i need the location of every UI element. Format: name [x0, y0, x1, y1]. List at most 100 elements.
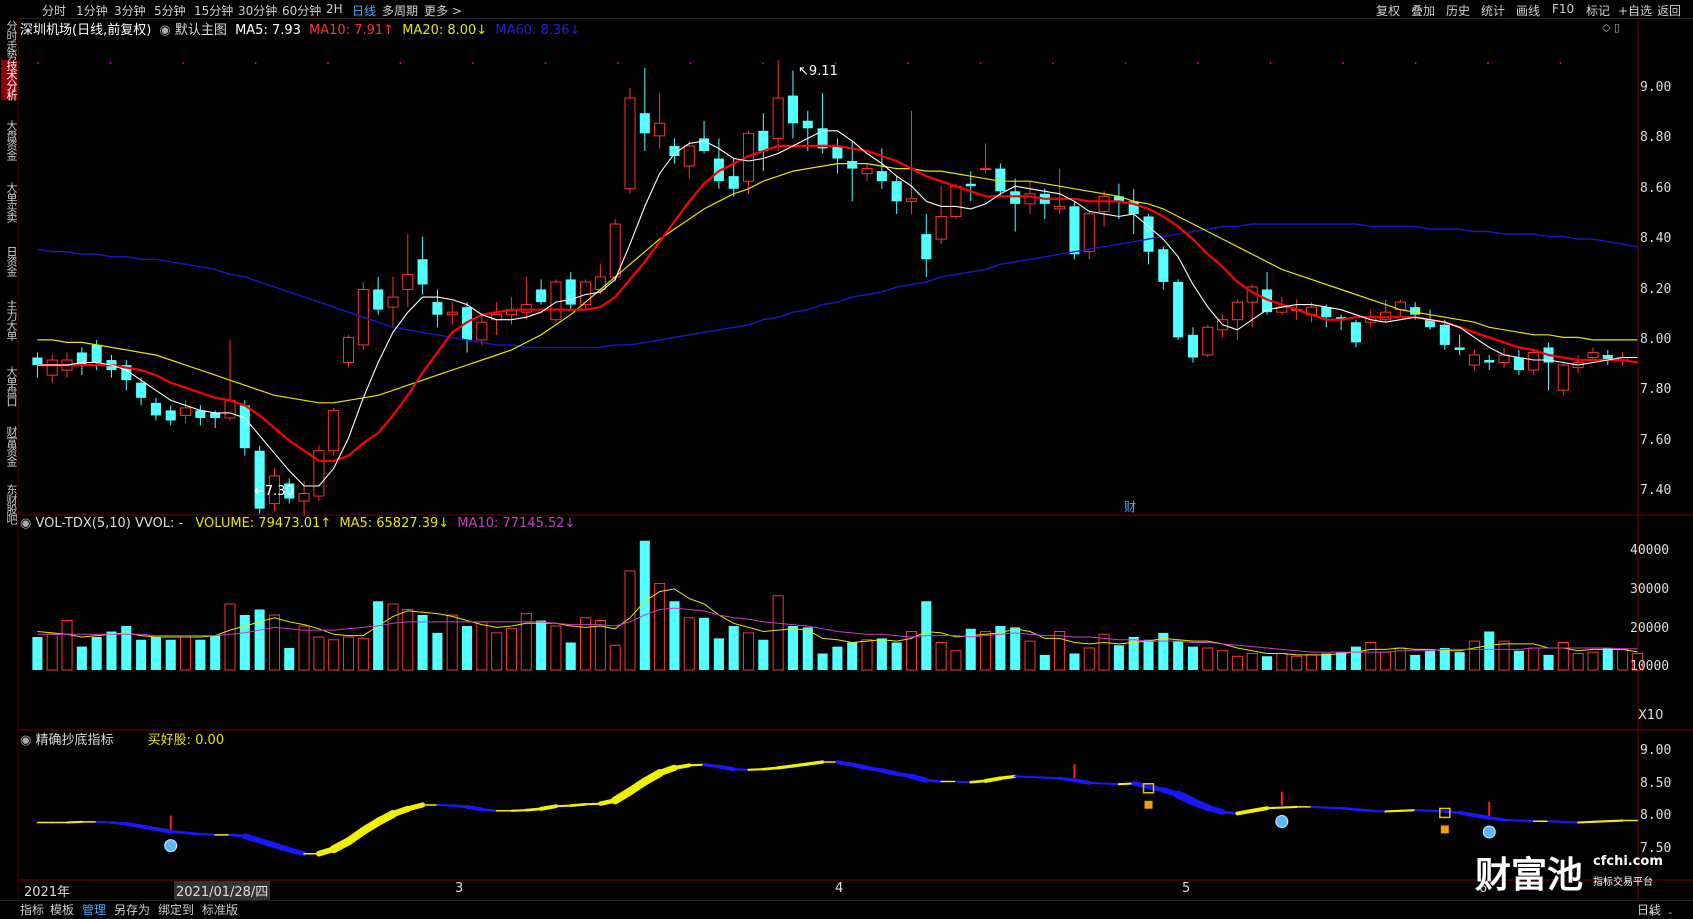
- toolbar-8[interactable]: 返回: [1657, 2, 1681, 19]
- bottom-tool-3[interactable]: 另存为: [114, 901, 150, 918]
- x-label-march: 3: [455, 881, 464, 896]
- volume-bar-down: [1543, 654, 1554, 670]
- candle-body-down: [1484, 360, 1495, 363]
- toolbar-0[interactable]: 复权: [1376, 2, 1400, 19]
- indicator-segment: [879, 768, 899, 776]
- period-tab-3[interactable]: 5分钟: [154, 2, 186, 19]
- indicator-title[interactable]: 精确抄底指标: [35, 733, 113, 748]
- watermark-brand: 财富池: [1475, 855, 1584, 896]
- panel-collapse-icon[interactable]: ◉: [20, 516, 31, 531]
- volume-bar-up: [180, 636, 192, 671]
- candle-body-down: [699, 138, 710, 151]
- volume-bar-up: [580, 617, 592, 671]
- volume-bar-up: [550, 625, 562, 671]
- volume-bar-up: [950, 650, 962, 671]
- toolbar-3[interactable]: 统计: [1481, 2, 1505, 19]
- indicator-segment: [1014, 775, 1032, 779]
- event-dot: [544, 62, 547, 64]
- indicator-segment: [998, 774, 1017, 780]
- left-tab-8[interactable]: 东财股吧: [1, 484, 18, 524]
- indicator-segment: [776, 764, 795, 770]
- candle-body-down: [1187, 334, 1198, 358]
- volume-bar-down: [758, 639, 769, 670]
- period-tab-6[interactable]: 60分钟: [282, 2, 321, 19]
- period-tab-0[interactable]: 分时: [42, 2, 66, 19]
- stock-chart-area[interactable]: [18, 18, 1693, 900]
- toolbar-7[interactable]: +自选: [1618, 2, 1652, 19]
- indicator-segment: [1325, 806, 1343, 810]
- zoom-in-button[interactable]: +: [1648, 906, 1657, 919]
- toolbar-1[interactable]: 叠加: [1411, 2, 1435, 19]
- candle-body-down: [1010, 191, 1021, 204]
- volume-bar-down: [1039, 654, 1050, 670]
- volume-panel-header: ◉ VOL-TDX(5,10) VVOL: - VOLUME: 79473.01…: [20, 516, 575, 531]
- template-label[interactable]: 默认主图: [175, 23, 227, 38]
- volume-bar-up: [313, 636, 325, 671]
- volume-axis-label: 20000: [1630, 620, 1670, 636]
- volume-bar-up: [980, 631, 992, 671]
- price-axis-label: 7.80: [1640, 382, 1672, 398]
- zoom-out-button[interactable]: -: [1668, 906, 1672, 919]
- toolbar-6[interactable]: 标记: [1586, 2, 1610, 19]
- toolbar-5[interactable]: F10: [1552, 2, 1574, 16]
- period-tab-9[interactable]: 多周期: [382, 2, 418, 19]
- volume-bar-down: [1262, 656, 1273, 670]
- indicator-segment: [806, 760, 825, 766]
- indicator-segment: [983, 776, 1003, 783]
- event-dot: [907, 62, 909, 64]
- stock-title[interactable]: 深圳机场(日线,前复权): [20, 23, 151, 38]
- toolbar-4[interactable]: 画线: [1516, 2, 1540, 19]
- finance-marker[interactable]: 财: [1124, 498, 1136, 515]
- volume-bar-up: [1054, 631, 1066, 671]
- toolbar-2[interactable]: 历史: [1446, 2, 1470, 19]
- left-tab-4[interactable]: 日资金: [1, 246, 18, 276]
- volume-bar-up: [1231, 655, 1243, 671]
- panel-collapse-icon[interactable]: ◉: [20, 733, 31, 748]
- indicator-segment: [1280, 805, 1298, 809]
- ma10-label: MA10: 7.91↑: [309, 23, 395, 38]
- left-tab-2[interactable]: 大盘资金: [1, 120, 18, 160]
- bottom-tool-1[interactable]: 模板: [50, 901, 74, 918]
- period-tab-2[interactable]: 3分钟: [114, 2, 146, 19]
- candle-body-up: [1054, 205, 1066, 210]
- period-tab-5[interactable]: 30分钟: [238, 2, 277, 19]
- candle-body-down: [565, 279, 576, 305]
- left-tab-5[interactable]: 主力大单: [1, 300, 18, 340]
- indicator-axis-label: 8.50: [1640, 775, 1672, 791]
- left-tab-7[interactable]: 财富资金: [1, 426, 18, 466]
- bottom-tool-5[interactable]: 标准版: [202, 901, 238, 918]
- candle-body-up: [46, 359, 58, 376]
- left-tab-3[interactable]: 大单买卖: [1, 182, 18, 222]
- bottom-signal-dot: [164, 839, 178, 853]
- bottom-signal-dot: [1482, 825, 1496, 839]
- period-tab-7[interactable]: 2H: [326, 2, 343, 16]
- volume-bar-down: [91, 637, 102, 670]
- left-tab-0[interactable]: 分时走势: [1, 20, 18, 60]
- event-dot: [689, 62, 692, 64]
- period-tab-1[interactable]: 1分钟: [76, 2, 108, 19]
- volume-bar-up: [683, 617, 695, 671]
- period-tab-8[interactable]: 日线: [352, 2, 376, 19]
- left-tab-1[interactable]: 技术分析: [1, 60, 18, 100]
- candle-body-down: [1454, 347, 1465, 350]
- period-tab-10[interactable]: 更多 >: [424, 2, 462, 19]
- period-tab-4[interactable]: 15分钟: [194, 2, 233, 19]
- panel-options-icon[interactable]: ◇ ▯: [1602, 21, 1620, 34]
- volume-bar-up: [387, 603, 399, 671]
- volume-bar-down: [150, 637, 161, 670]
- volume-title[interactable]: VOL-TDX(5,10) VVOL: -: [35, 516, 183, 531]
- candle-body-down: [373, 289, 384, 310]
- candle-body-up: [298, 493, 310, 502]
- volume-bar-down: [699, 617, 710, 670]
- indicator-segment: [908, 773, 929, 783]
- left-tab-6[interactable]: 大单盘口: [1, 366, 18, 406]
- volume-bar-down: [76, 646, 87, 670]
- volume-bar-down: [787, 626, 798, 670]
- event-dot: [327, 62, 329, 64]
- event-dot: [1487, 62, 1489, 64]
- template-switch-icon[interactable]: ◉: [159, 23, 170, 38]
- bottom-tool-2[interactable]: 管理: [82, 901, 106, 918]
- indicator-segment: [569, 802, 587, 807]
- bottom-tool-4[interactable]: 绑定到: [158, 901, 194, 918]
- bottom-tool-0[interactable]: 指标: [20, 901, 44, 918]
